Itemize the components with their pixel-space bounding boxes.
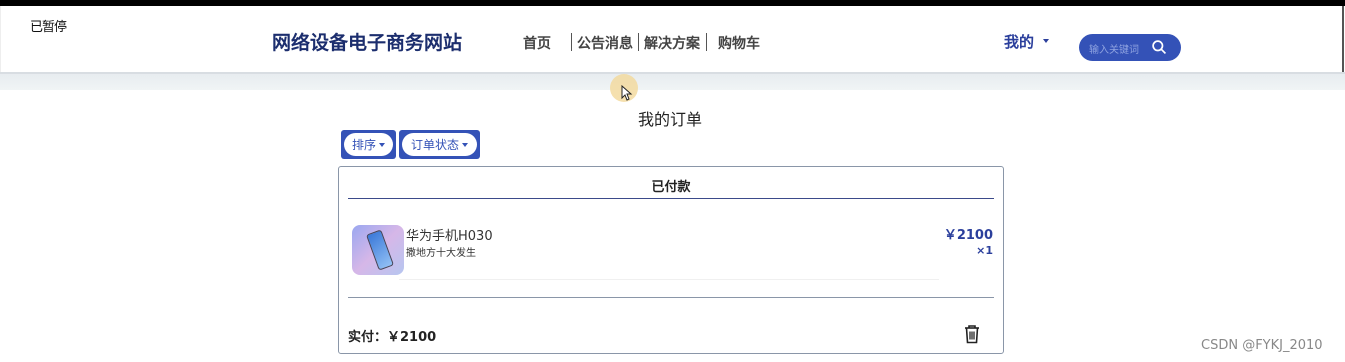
nav-divider [638, 33, 639, 51]
header-shadow-line [0, 72, 1345, 74]
product-description: 撒地方十大发生 [406, 248, 476, 259]
sort-dropdown[interactable]: 排序 [341, 130, 396, 159]
order-total: 实付：￥2100 [348, 330, 437, 345]
product-image[interactable] [352, 225, 404, 275]
trash-icon[interactable] [963, 324, 981, 344]
nav-announcements[interactable]: 公告消息 [577, 33, 633, 53]
divider [348, 198, 994, 199]
product-quantity: ×1 [976, 244, 993, 257]
search-box[interactable]: 输入关键词 [1079, 34, 1181, 61]
header-shadow-band [0, 72, 1345, 90]
nav-home[interactable]: 首页 [523, 33, 551, 53]
page-title: 我的订单 [638, 110, 703, 129]
site-brand[interactable]: 网络设备电子商务网站 [272, 28, 462, 55]
cursor-icon [621, 85, 633, 101]
site-header: 已暂停 网络设备电子商务网站 首页 公告消息 解决方案 购物车 我的 输入关键词 [0, 6, 1344, 72]
status-label: 订单状态 [410, 138, 459, 152]
status-dropdown[interactable]: 订单状态 [399, 130, 480, 159]
chevron-down-icon [462, 142, 468, 147]
product-name[interactable]: 华为手机H030 [406, 225, 493, 244]
product-price: ￥2100 [943, 228, 993, 243]
user-menu[interactable]: 我的 [1004, 31, 1034, 52]
phone-icon [365, 229, 395, 271]
paused-indicator: 已暂停 [30, 20, 67, 35]
divider [348, 297, 994, 298]
nav-divider [571, 33, 572, 51]
watermark: CSDN @FYKJ_2010 [1201, 338, 1323, 353]
nav-divider [706, 33, 707, 51]
search-input[interactable]: 输入关键词 [1089, 41, 1139, 56]
order-card: 已付款 华为手机H030 撒地方十大发生 ￥2100 ×1 实付：￥2100 [338, 166, 1004, 354]
chevron-down-icon [379, 142, 385, 147]
nav-cart[interactable]: 购物车 [718, 33, 760, 53]
divider [399, 279, 939, 280]
search-icon[interactable] [1151, 39, 1168, 56]
order-status: 已付款 [651, 180, 691, 195]
sort-label: 排序 [351, 138, 376, 152]
nav-solutions[interactable]: 解决方案 [644, 33, 700, 53]
chevron-down-icon[interactable] [1043, 39, 1049, 43]
